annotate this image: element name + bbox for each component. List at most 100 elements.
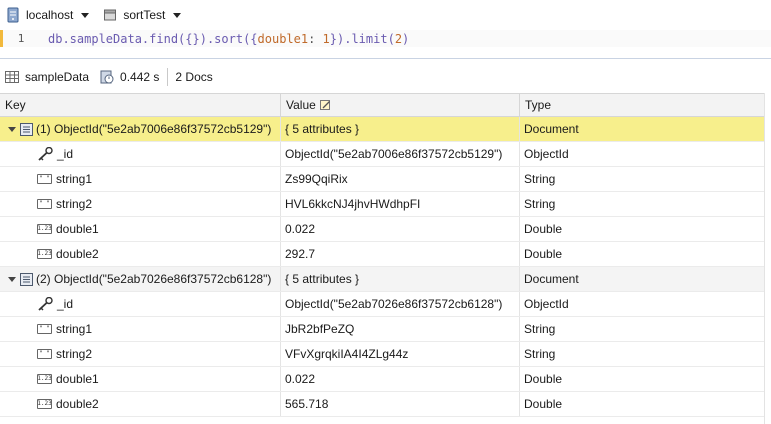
query-time-info: 0.442 s bbox=[95, 64, 165, 90]
key-cell: _id bbox=[0, 292, 281, 316]
query-editor[interactable]: 1 db.sampleData.find({}).sort({double1: … bbox=[0, 30, 771, 47]
type-cell: String bbox=[520, 167, 765, 191]
column-header-value[interactable]: Value bbox=[281, 94, 520, 116]
collection-name: sampleData bbox=[25, 70, 90, 84]
collection-info: sampleData bbox=[0, 64, 95, 90]
query-part: db.sampleData.find({}).sort({ bbox=[48, 31, 258, 46]
field-row[interactable]: _id ObjectId("5e2ab7006e86f37572cb5129") O… bbox=[0, 142, 771, 167]
field-row[interactable]: 1.23 double1 0.022 Double bbox=[0, 367, 771, 392]
chevron-down-icon bbox=[81, 12, 90, 18]
document-icon bbox=[20, 122, 33, 136]
query-time: 0.442 s bbox=[120, 70, 160, 84]
value-cell-text: 292.7 bbox=[285, 247, 316, 261]
connection-toolbar: localhost sortTest bbox=[0, 0, 771, 30]
table-icon bbox=[5, 71, 19, 83]
query-text[interactable]: db.sampleData.find({}).sort({double1: 1}… bbox=[37, 32, 409, 46]
value-cell-text: ObjectId("5e2ab7026e86f37572cb6128") bbox=[285, 297, 503, 311]
query-sort-direction: 1 bbox=[322, 31, 330, 46]
column-header-type[interactable]: Type bbox=[520, 94, 765, 116]
key-cell: " " string2 bbox=[0, 192, 281, 216]
field-key: string1 bbox=[56, 172, 93, 186]
query-field: double1 bbox=[257, 31, 309, 46]
number-icon: 1.23 bbox=[37, 399, 52, 409]
field-key: _id bbox=[57, 147, 74, 161]
value-cell[interactable]: ObjectId("5e2ab7026e86f37572cb6128") bbox=[281, 292, 520, 316]
query-part: }).limit( bbox=[329, 31, 395, 46]
document-row[interactable]: (2) ObjectId("5e2ab7026e86f37572cb6128")… bbox=[0, 267, 771, 292]
key-icon bbox=[37, 297, 53, 311]
field-row[interactable]: " " string2 HVL6kkcNJ4jhvHWdhpFI String bbox=[0, 192, 771, 217]
key-cell: 1.23 double1 bbox=[0, 367, 281, 391]
document-icon bbox=[20, 272, 33, 286]
key-cell: 1.23 double2 bbox=[0, 392, 281, 416]
field-row[interactable]: 1.23 double1 0.022 Double bbox=[0, 217, 771, 242]
type-cell: String bbox=[520, 317, 765, 341]
value-cell[interactable]: { 5 attributes } bbox=[281, 267, 520, 291]
value-cell-text: JbR2bfPeZQ bbox=[285, 322, 355, 336]
document-key: (1) ObjectId("5e2ab7006e86f37572cb5129") bbox=[36, 122, 272, 136]
field-row[interactable]: " " string2 VFvXgrqkiIA4I4ZLg44z String bbox=[0, 342, 771, 367]
value-cell[interactable]: VFvXgrqkiIA4I4ZLg44z bbox=[281, 342, 520, 366]
value-cell-text: 0.022 bbox=[285, 372, 316, 386]
string-icon: " " bbox=[37, 324, 52, 334]
expand-toggle-icon[interactable] bbox=[8, 276, 16, 282]
field-row[interactable]: " " string1 Zs99QqiRix String bbox=[0, 167, 771, 192]
field-row[interactable]: " " string1 JbR2bfPeZQ String bbox=[0, 317, 771, 342]
number-icon: 1.23 bbox=[37, 374, 52, 384]
host-selector[interactable]: localhost bbox=[0, 0, 93, 30]
value-cell[interactable]: 0.022 bbox=[281, 367, 520, 391]
value-cell-text: { 5 attributes } bbox=[285, 272, 360, 286]
field-row[interactable]: 1.23 double2 292.7 Double bbox=[0, 242, 771, 267]
type-cell-text: Double bbox=[524, 222, 563, 236]
value-cell[interactable]: HVL6kkcNJ4jhvHWdhpFI bbox=[281, 192, 520, 216]
server-icon bbox=[6, 7, 20, 23]
database-icon bbox=[103, 8, 117, 22]
type-cell: Double bbox=[520, 367, 765, 391]
toolbar-separator bbox=[167, 68, 169, 86]
key-cell: _id bbox=[0, 142, 281, 166]
type-cell-text: String bbox=[524, 197, 556, 211]
field-row[interactable]: 1.23 double2 565.718 Double bbox=[0, 392, 771, 417]
type-cell: Document bbox=[520, 267, 765, 291]
type-cell: Document bbox=[520, 117, 765, 141]
document-row[interactable]: (1) ObjectId("5e2ab7006e86f37572cb5129")… bbox=[0, 117, 771, 142]
result-info-bar: sampleData 0.442 s 2 Docs bbox=[0, 64, 771, 90]
type-cell-text: Double bbox=[524, 247, 563, 261]
value-cell[interactable]: ObjectId("5e2ab7006e86f37572cb5129") bbox=[281, 142, 520, 166]
value-cell[interactable]: Zs99QqiRix bbox=[281, 167, 520, 191]
type-cell: Double bbox=[520, 242, 765, 266]
field-key: double2 bbox=[56, 397, 99, 411]
key-cell: (1) ObjectId("5e2ab7006e86f37572cb5129") bbox=[0, 117, 281, 141]
value-cell[interactable]: { 5 attributes } bbox=[281, 117, 520, 141]
vertical-scrollbar[interactable] bbox=[764, 93, 771, 424]
number-icon: 1.23 bbox=[37, 224, 52, 234]
chevron-down-icon bbox=[173, 12, 182, 18]
database-selector[interactable]: sortTest bbox=[97, 0, 185, 30]
type-cell: ObjectId bbox=[520, 292, 765, 316]
value-cell[interactable]: JbR2bfPeZQ bbox=[281, 317, 520, 341]
value-cell-text: HVL6kkcNJ4jhvHWdhpFI bbox=[285, 197, 421, 211]
value-cell[interactable]: 565.718 bbox=[281, 392, 520, 416]
table-header: Key Value Type bbox=[0, 93, 771, 117]
field-key: double1 bbox=[56, 372, 99, 386]
field-row[interactable]: _id ObjectId("5e2ab7026e86f37572cb6128") O… bbox=[0, 292, 771, 317]
expand-toggle-icon[interactable] bbox=[8, 126, 16, 132]
value-cell[interactable]: 292.7 bbox=[281, 242, 520, 266]
column-header-key[interactable]: Key bbox=[0, 94, 281, 116]
type-cell: String bbox=[520, 342, 765, 366]
document-key: (2) ObjectId("5e2ab7026e86f37572cb6128") bbox=[36, 272, 272, 286]
value-cell[interactable]: 0.022 bbox=[281, 217, 520, 241]
key-cell: " " string1 bbox=[0, 167, 281, 191]
query-limit: 2 bbox=[394, 31, 403, 46]
value-cell-text: VFvXgrqkiIA4I4ZLg44z bbox=[285, 347, 409, 361]
type-cell-text: Double bbox=[524, 397, 563, 411]
type-cell: Double bbox=[520, 392, 765, 416]
string-icon: " " bbox=[37, 199, 52, 209]
column-header-label: Value bbox=[286, 98, 316, 112]
field-key: double2 bbox=[56, 247, 99, 261]
edit-icon[interactable] bbox=[319, 99, 331, 111]
value-cell-text: ObjectId("5e2ab7006e86f37572cb5129") bbox=[285, 147, 503, 161]
field-key: _id bbox=[57, 297, 74, 311]
column-header-label: Type bbox=[525, 98, 552, 112]
field-key: string2 bbox=[56, 197, 93, 211]
